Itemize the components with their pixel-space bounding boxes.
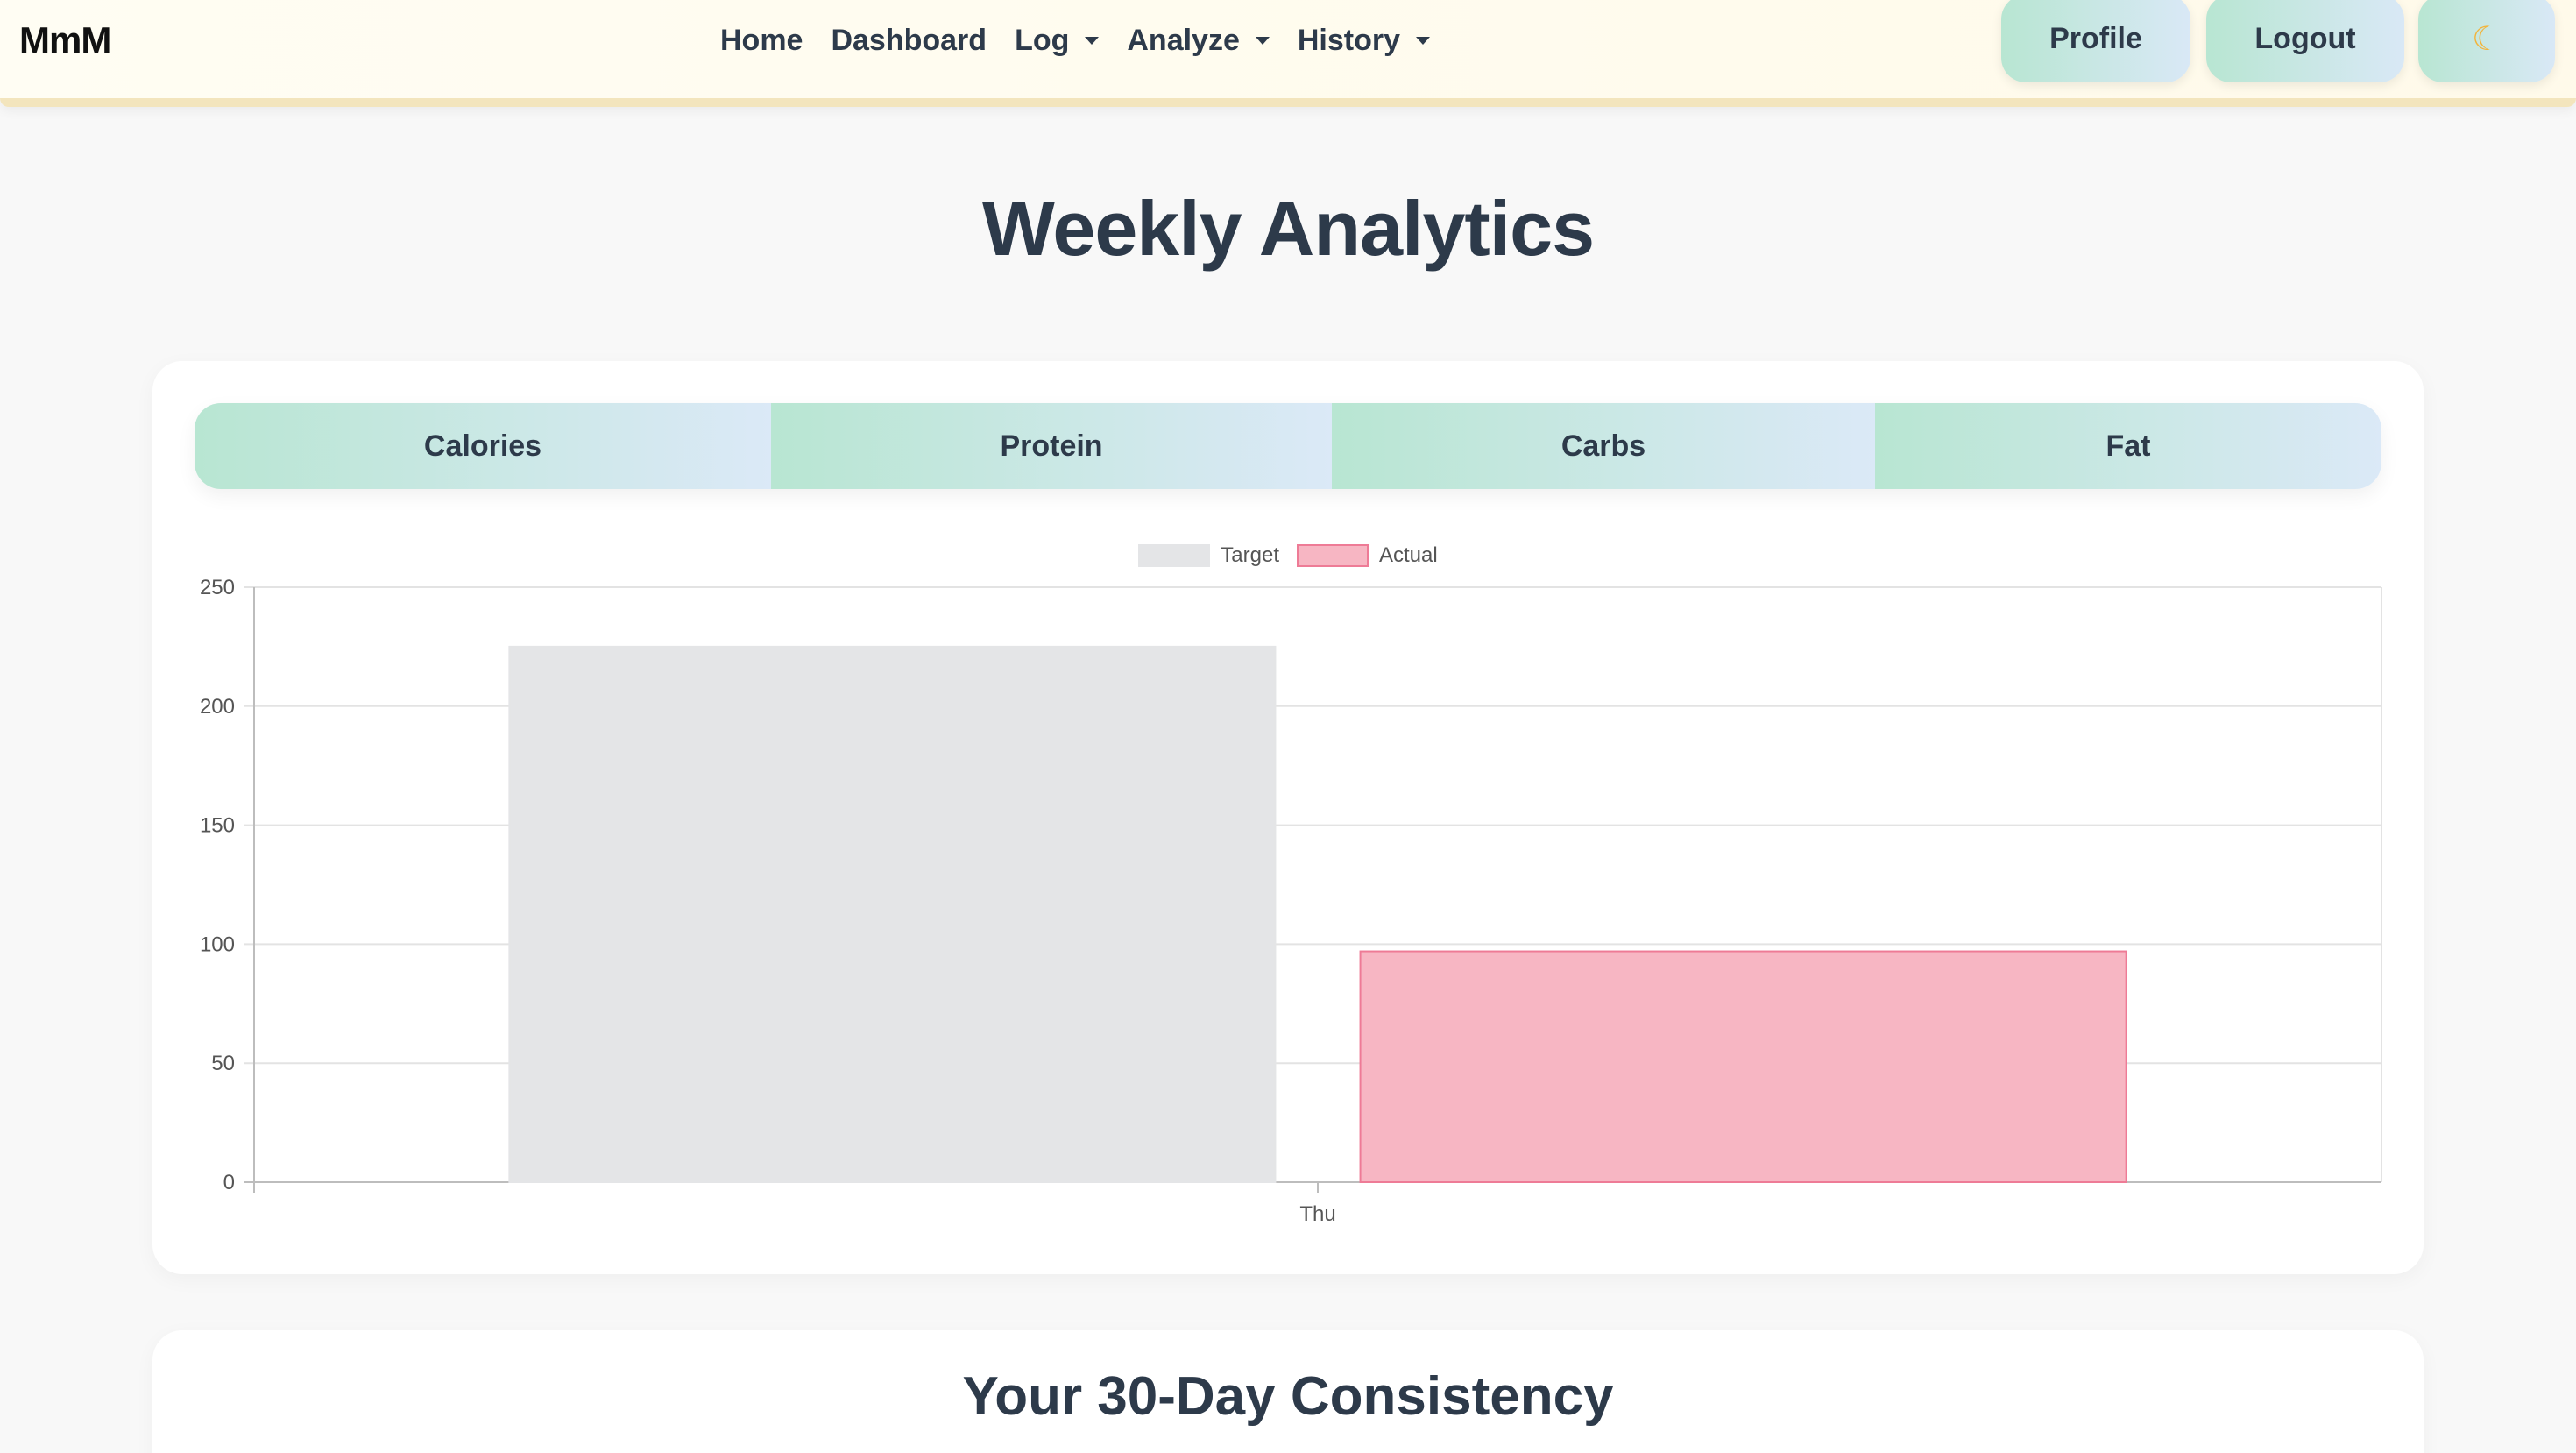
brand-logo[interactable]: MmM (19, 16, 111, 65)
caret-down-icon (1255, 36, 1270, 45)
y-tick-label: 200 (200, 695, 235, 719)
nav-dashboard-label: Dashboard (831, 23, 987, 57)
x-tick-label: Thu (1299, 1202, 1335, 1226)
nav-links: Home Dashboard Log Analyze History (720, 14, 1431, 67)
nav-analyze-dropdown[interactable]: Analyze (1127, 24, 1270, 58)
y-tick-label: 250 (200, 576, 235, 599)
bar-chart: 0 50 100 150 200 250 Thu (200, 576, 2382, 1226)
nav-dashboard-link[interactable]: Dashboard (831, 24, 987, 58)
bar-actual (1359, 950, 2127, 1183)
consistency-title: Your 30-Day Consistency (962, 1366, 1614, 1427)
nav-history-dropdown[interactable]: History (1297, 23, 1431, 58)
nav-home-link[interactable]: Home (720, 24, 803, 58)
profile-button[interactable]: Profile (2001, 0, 2190, 82)
y-tick-label: 150 (200, 814, 235, 838)
y-tick-label: 100 (200, 932, 235, 956)
bar-target (508, 645, 1277, 1183)
caret-down-icon (1085, 36, 1100, 45)
moon-icon: ☾ (2471, 20, 2502, 58)
y-tick-label: 0 (223, 1171, 235, 1194)
theme-toggle-button[interactable]: ☾ (2418, 0, 2555, 82)
nav-home-label: Home (720, 23, 803, 57)
nav-analyze-label: Analyze (1127, 23, 1240, 57)
y-tick-label: 50 (211, 1052, 235, 1075)
analytics-card: Calories Protein Carbs Fat Target Actual… (152, 361, 2424, 1274)
top-navbar: MmM Home Dashboard Log Analyze History P… (0, 0, 2576, 107)
logout-button[interactable]: Logout (2206, 0, 2404, 82)
nav-log-label: Log (1015, 23, 1070, 57)
caret-down-icon (1416, 36, 1431, 45)
page-title: Weekly Analytics (981, 185, 1595, 272)
nav-history-label: History (1297, 23, 1401, 57)
nav-log-dropdown[interactable]: Log (1015, 23, 1100, 58)
consistency-card: Your 30-Day Consistency (152, 1330, 2424, 1453)
